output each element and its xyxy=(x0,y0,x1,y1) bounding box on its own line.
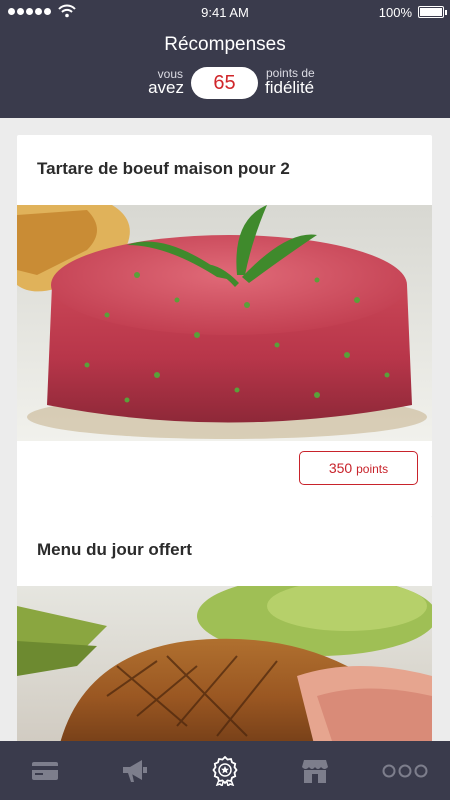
beef-tartare-photo xyxy=(17,205,432,441)
store-icon xyxy=(302,759,328,783)
reward-title: Tartare de boeuf maison pour 2 xyxy=(37,159,290,178)
status-bar: 9:41 AM 100% xyxy=(0,0,450,24)
reward-cost: 350 xyxy=(328,460,353,476)
rewards-list[interactable]: Tartare de boeuf maison pour 2 350 point… xyxy=(0,118,450,741)
reward-title: Menu du jour offert xyxy=(37,540,192,559)
megaphone-icon xyxy=(123,759,147,782)
redeem-points-button[interactable]: 350 points xyxy=(299,451,418,485)
tab-card[interactable] xyxy=(0,741,90,800)
tab-bar xyxy=(0,741,450,800)
points-balance: 65 xyxy=(191,67,258,99)
header: 9:41 AM 100% Récompenses vous avez 65 po… xyxy=(0,0,450,118)
roast-ham-photo xyxy=(17,586,432,741)
tab-store[interactable] xyxy=(270,741,360,800)
reward-card[interactable]: Menu du jour offert xyxy=(17,516,432,741)
award-icon xyxy=(212,755,238,786)
reward-card[interactable]: Tartare de boeuf maison pour 2 350 point… xyxy=(17,135,432,520)
tab-more[interactable] xyxy=(360,741,450,800)
tab-rewards[interactable] xyxy=(180,741,270,800)
points-prefix-large: avez xyxy=(148,78,184,97)
battery-icon xyxy=(418,6,447,18)
points-suffix-large: fidélité xyxy=(265,78,315,97)
tab-news[interactable] xyxy=(90,741,180,800)
battery-percent: 100% xyxy=(378,5,412,20)
reward-cost-unit: points xyxy=(356,462,389,476)
more-icon xyxy=(382,764,428,777)
page-title: Récompenses xyxy=(164,34,286,55)
card-icon xyxy=(32,761,58,780)
